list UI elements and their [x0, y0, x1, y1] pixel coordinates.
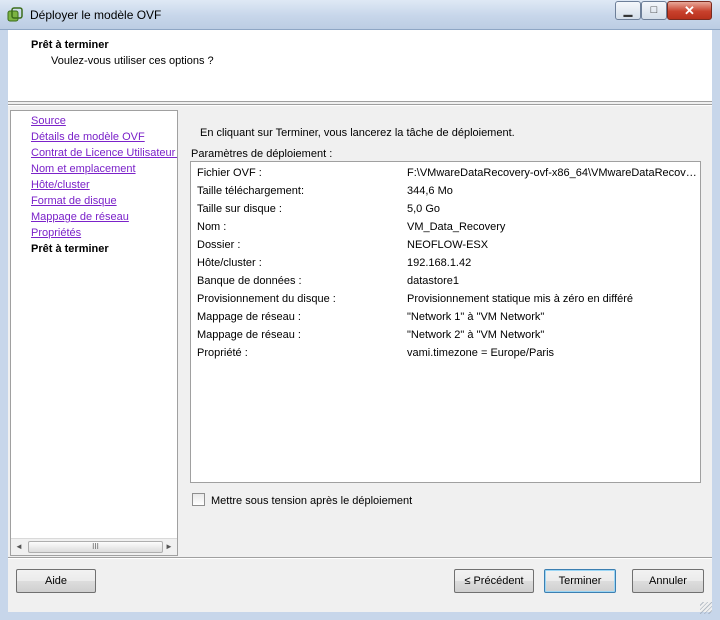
minimize-button[interactable]: ▁	[615, 1, 641, 20]
param-value: vami.timezone = Europe/Paris	[407, 347, 555, 359]
help-button[interactable]: Aide	[16, 569, 96, 593]
param-value: "Network 1" à "VM Network"	[407, 311, 545, 323]
nav-step-eula[interactable]: Contrat de Licence Utilisateur Final	[31, 147, 177, 159]
nav-step-ready-current: Prêt à terminer	[31, 243, 109, 255]
intro-text: En cliquant sur Terminer, vous lancerez …	[200, 127, 515, 139]
finish-button[interactable]: Terminer	[544, 569, 616, 593]
param-key: Mappage de réseau :	[197, 311, 301, 323]
param-value: 192.168.1.42	[407, 257, 472, 269]
param-key: Hôte/cluster :	[197, 257, 262, 269]
minimize-icon: ▁	[623, 5, 633, 17]
nav-step-properties[interactable]: Propriétés	[31, 227, 81, 239]
previous-button[interactable]: ≤ Précédent	[454, 569, 534, 593]
cancel-button[interactable]: Annuler	[632, 569, 704, 593]
deployment-params-list: Fichier OVF : F:\VMwareDataRecovery-ovf-x…	[190, 161, 701, 483]
page-subtitle: Voulez-vous utiliser ces options ?	[51, 55, 214, 67]
param-key: Banque de données :	[197, 275, 302, 287]
header-divider	[8, 104, 712, 106]
window-title: Déployer le modèle OVF	[30, 8, 162, 22]
footer-divider	[8, 557, 712, 559]
param-value: F:\VMwareDataRecovery-ovf-x86_64\VMwareD…	[407, 167, 697, 179]
power-on-checkbox[interactable]	[192, 493, 205, 506]
close-button[interactable]: ✕	[667, 1, 712, 20]
param-key: Propriété :	[197, 347, 248, 359]
param-value: "Network 2" à "VM Network"	[407, 329, 545, 341]
param-value: Provisionnement statique mis à zéro en d…	[407, 293, 634, 305]
nav-step-network-mapping[interactable]: Mappage de réseau	[31, 211, 129, 223]
nav-step-disk-format[interactable]: Format de disque	[31, 195, 117, 207]
param-key: Mappage de réseau :	[197, 329, 301, 341]
wizard-steps-nav: Source Détails de modèle OVF Contrat de …	[10, 110, 178, 556]
params-label: Paramètres de déploiement :	[191, 148, 333, 160]
nav-step-source[interactable]: Source	[31, 115, 66, 127]
scroll-left-icon[interactable]: ◄	[13, 542, 25, 551]
power-on-label[interactable]: Mettre sous tension après le déploiement	[211, 495, 412, 507]
resize-grip-icon[interactable]	[700, 602, 712, 614]
param-value: VM_Data_Recovery	[407, 221, 506, 233]
param-key: Taille téléchargement:	[197, 185, 305, 197]
nav-step-host-cluster[interactable]: Hôte/cluster	[31, 179, 90, 191]
param-value: 5,0 Go	[407, 203, 441, 215]
close-icon: ✕	[684, 3, 695, 18]
param-key: Nom :	[197, 221, 227, 233]
scroll-thumb[interactable]: III	[28, 541, 163, 553]
maximize-button[interactable]: □	[641, 1, 667, 20]
param-key: Dossier :	[197, 239, 241, 251]
sidebar-hscrollbar[interactable]: ◄ III ►	[11, 538, 177, 555]
app-icon	[7, 7, 23, 22]
param-key: Taille sur disque :	[197, 203, 282, 215]
param-key: Provisionnement du disque :	[197, 293, 336, 305]
param-value: datastore1	[407, 275, 459, 287]
scroll-right-icon[interactable]: ►	[163, 542, 175, 551]
param-value: NEOFLOW-ESX	[407, 239, 489, 251]
param-key: Fichier OVF :	[197, 167, 262, 179]
page-title: Prêt à terminer	[31, 39, 109, 51]
param-value: 344,6 Mo	[407, 185, 453, 197]
nav-step-name-location[interactable]: Nom et emplacement	[31, 163, 136, 175]
title-bar: Déployer le modèle OVF ▁ □ ✕	[0, 0, 720, 30]
nav-step-ovf-details[interactable]: Détails de modèle OVF	[31, 131, 145, 143]
maximize-icon: □	[650, 4, 658, 16]
wizard-header: Prêt à terminer Voulez-vous utiliser ces…	[8, 30, 712, 102]
